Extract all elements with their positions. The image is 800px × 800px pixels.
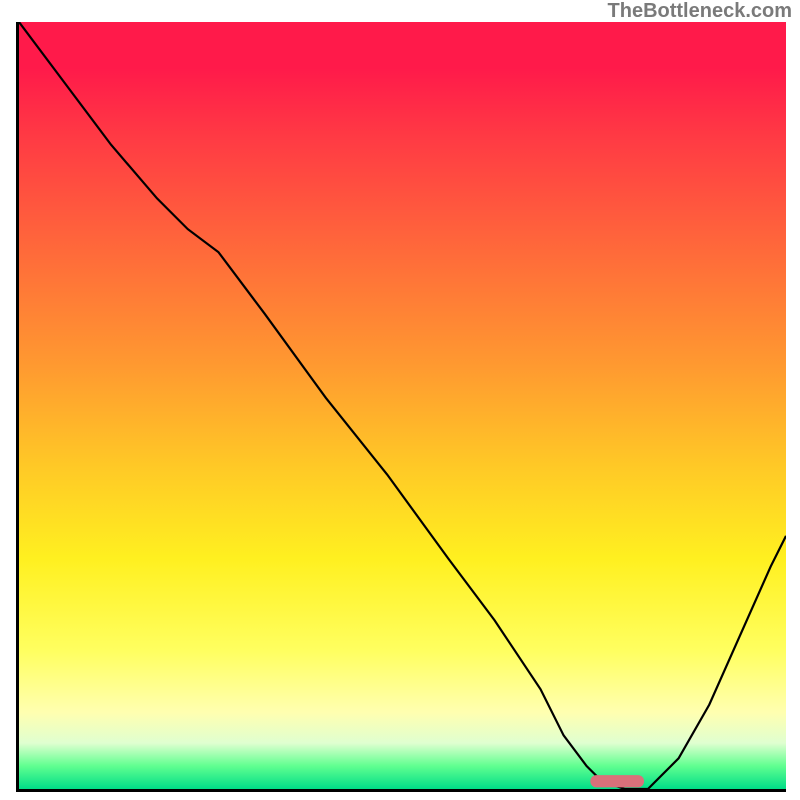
plot-area — [16, 22, 786, 792]
curve-layer — [19, 22, 786, 789]
watermark-text: TheBottleneck.com — [608, 0, 792, 23]
bottleneck-curve-path — [19, 22, 786, 789]
optimal-marker — [590, 775, 644, 787]
bottleneck-chart: TheBottleneck.com — [0, 0, 800, 800]
